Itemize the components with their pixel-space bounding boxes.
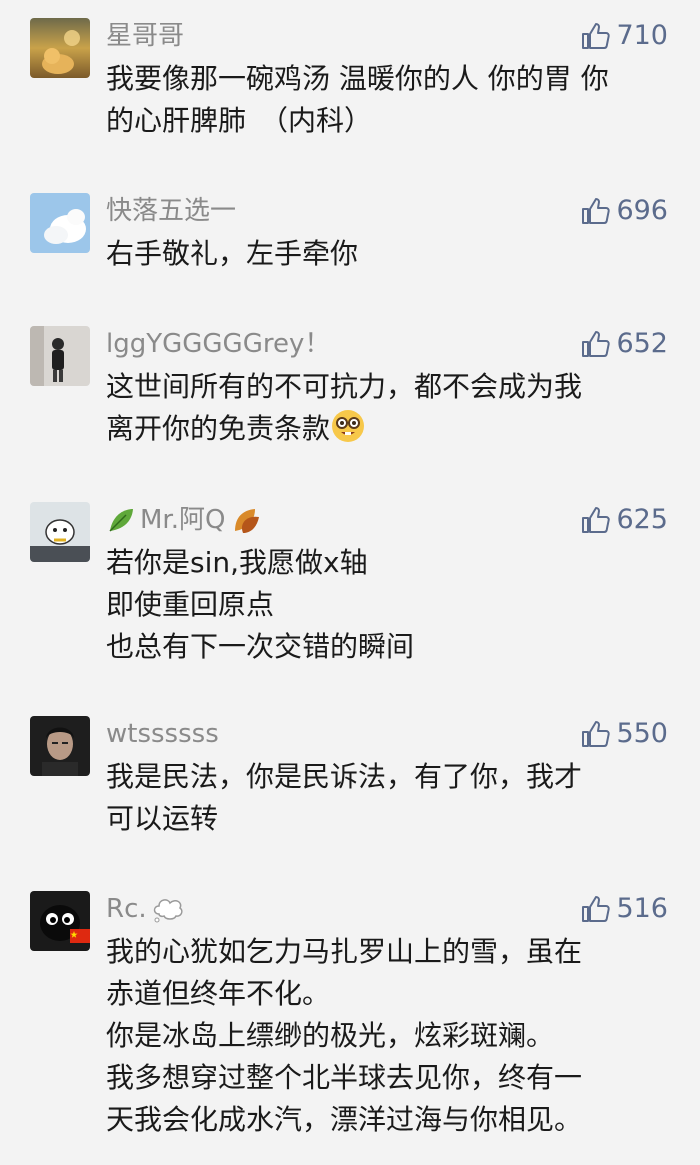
like-button[interactable]: 652: [580, 326, 668, 362]
comment-text: 我是民法，你是民诉法，有了你，我才 可以运转: [106, 756, 666, 840]
like-count: 652: [616, 328, 668, 359]
username[interactable]: wtssssss: [106, 716, 219, 752]
thumbs-up-icon: [582, 198, 611, 224]
thumbs-up-icon: [582, 331, 611, 357]
china-flag-icon: [70, 929, 90, 943]
like-count: 516: [616, 893, 668, 924]
like-count: 696: [616, 195, 668, 226]
comment-text: 这世间所有的不可抗力，都不会成为我 离开你的免责条款: [106, 366, 666, 450]
comment-line: 离开你的免责条款: [106, 408, 666, 450]
comment-line: 也总有下一次交错的瞬间: [106, 630, 415, 663]
username[interactable]: 快落五选一: [106, 193, 236, 229]
like-count: 550: [616, 718, 668, 749]
comment-text: 我要像那一碗鸡汤 温暖你的人 你的胃 你 的心肝脾肺 （内科）: [106, 58, 666, 142]
username-text: Mr.阿Q: [140, 505, 226, 535]
comment-line: 我是民法，你是民诉法，有了你，我才: [106, 760, 583, 793]
username-text: lggYGGGGGrey！: [106, 329, 331, 359]
username[interactable]: lggYGGGGGrey！: [106, 326, 330, 362]
leaf-emoji: [109, 509, 133, 532]
thumbs-up-icon: [582, 721, 611, 747]
comment-line: 你是冰岛上缥缈的极光，炫彩斑斓。: [106, 1019, 555, 1052]
username-text: 星哥哥: [106, 21, 185, 51]
like-count: 710: [616, 20, 668, 51]
thought-bubble-emoji: [153, 899, 183, 923]
username[interactable]: Mr.阿Q: [106, 502, 261, 538]
comment-line: 即使重回原点: [106, 588, 275, 621]
cartoon-sheep-avatar[interactable]: [30, 502, 90, 562]
comment-line: 赤道但终年不化。: [106, 977, 331, 1010]
comment-line: 这世间所有的不可抗力，都不会成为我: [106, 370, 583, 403]
thumbs-up-icon: [582, 507, 611, 533]
comment-line: 天我会化成水汽，漂洋过海与你相见。: [106, 1103, 583, 1136]
nerd-face-emoji: [332, 410, 365, 442]
username[interactable]: Rc.: [106, 891, 185, 927]
sky-cloud-avatar[interactable]: [30, 193, 90, 253]
fallen-leaf-emoji: [235, 509, 260, 533]
comment-line: 若你是sin,我愿做x轴: [106, 546, 368, 579]
person-photo-avatar[interactable]: [30, 326, 90, 386]
like-button[interactable]: 516: [580, 891, 668, 927]
comment-line: 的心肝脾肺 （内科）: [106, 104, 373, 137]
thumbs-up-icon: [582, 896, 611, 922]
username-text: 快落五选一: [106, 196, 237, 226]
man-portrait-avatar[interactable]: [30, 716, 90, 776]
like-count: 625: [616, 504, 668, 535]
comment-line: 我多想穿过整个北半球去见你，终有一: [106, 1061, 583, 1094]
cat-sunset-avatar[interactable]: [30, 18, 90, 78]
username[interactable]: 星哥哥: [106, 18, 184, 54]
username-text: wtssssss: [106, 719, 219, 749]
like-button[interactable]: 550: [580, 716, 668, 752]
username-text: Rc.: [106, 894, 147, 924]
thumbs-up-icon: [582, 23, 611, 49]
comment-line-text: 离开你的免责条款: [106, 412, 331, 445]
like-button[interactable]: 625: [580, 502, 668, 538]
comment-line: 可以运转: [106, 802, 219, 835]
comment-line: 我要像那一碗鸡汤 温暖你的人 你的胃 你: [106, 62, 609, 95]
comment-text: 我的心犹如乞力马扎罗山上的雪，虽在 赤道但终年不化。 你是冰岛上缥缈的极光，炫彩…: [106, 931, 666, 1141]
comment-text: 右手敬礼，左手牵你: [106, 233, 666, 275]
comment-line: 右手敬礼，左手牵你: [106, 237, 359, 270]
comment-line: 我的心犹如乞力马扎罗山上的雪，虽在: [106, 935, 583, 968]
like-button[interactable]: 696: [580, 193, 668, 229]
comment-text: 若你是sin,我愿做x轴 即使重回原点 也总有下一次交错的瞬间: [106, 542, 666, 668]
like-button[interactable]: 710: [580, 18, 668, 54]
